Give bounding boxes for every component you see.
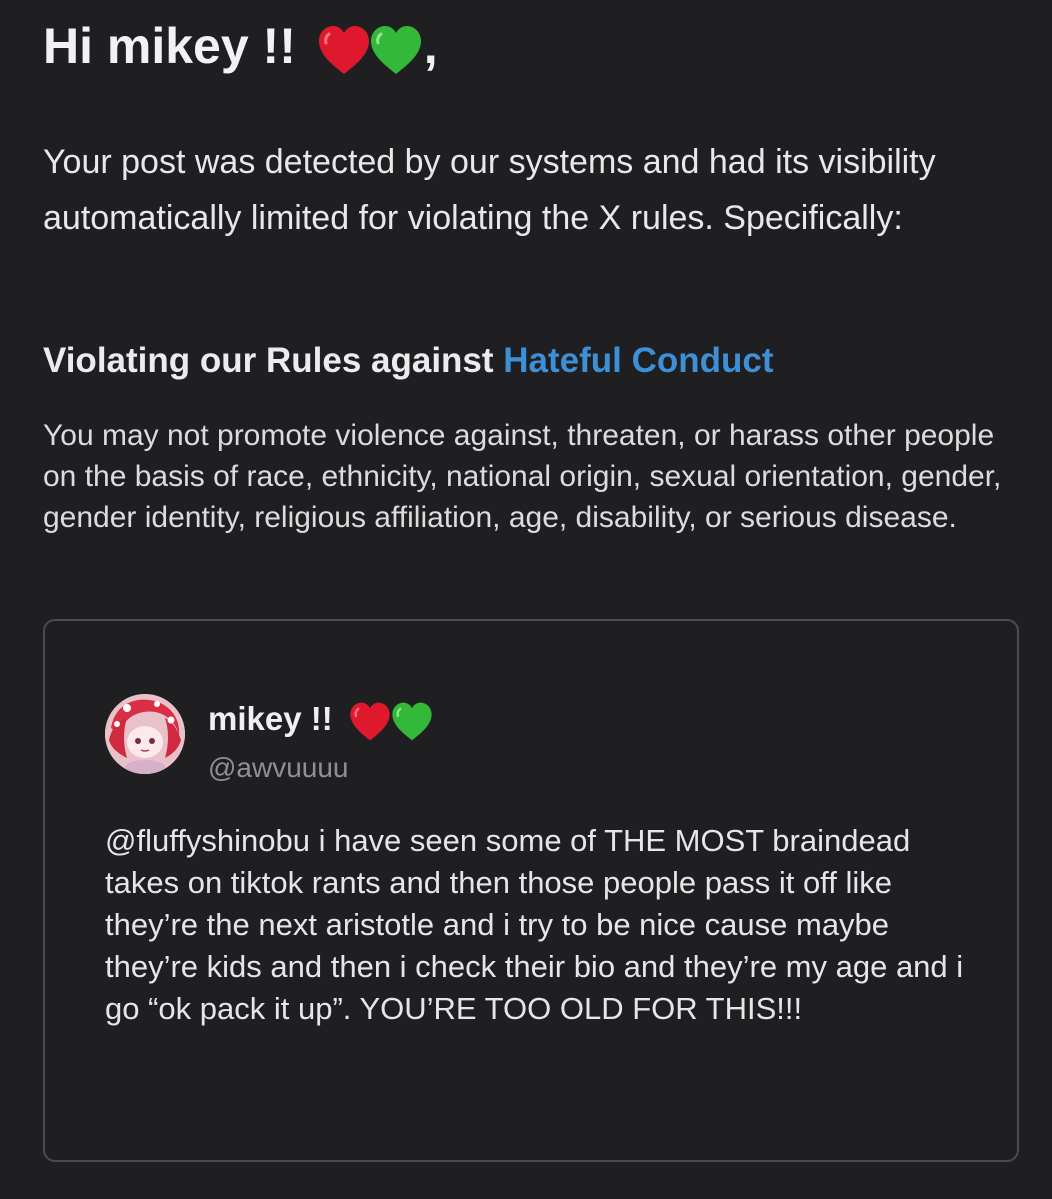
hateful-conduct-link[interactable]: Hateful Conduct xyxy=(503,341,773,380)
greeting-heading: Hi mikey !! , xyxy=(43,14,438,78)
rule-title: Violating our Rules against Hateful Cond… xyxy=(43,338,774,384)
author-name: mikey !! xyxy=(208,700,333,737)
intro-paragraph: Your post was detected by our systems an… xyxy=(43,143,936,237)
green-heart-icon xyxy=(368,24,424,76)
greeting-text: Hi mikey !! xyxy=(43,18,296,74)
post-text: @fluffyshinobu i have seen some of THE M… xyxy=(105,823,964,1026)
greeting-comma: , xyxy=(423,18,438,74)
author-name-row: mikey !! xyxy=(208,695,434,743)
author-handle[interactable]: @awvuuuu xyxy=(208,749,349,787)
red-heart-icon xyxy=(348,701,392,742)
green-heart-icon xyxy=(390,701,434,742)
red-heart-icon xyxy=(316,24,372,76)
quoted-post-card[interactable]: mikey !! @awvuuuu @fluffyshinobu i have … xyxy=(43,619,1019,1162)
rule-description: You may not promote violence against, th… xyxy=(43,419,1002,534)
avatar[interactable] xyxy=(105,694,185,774)
rule-prefix: Violating our Rules against xyxy=(43,341,504,380)
